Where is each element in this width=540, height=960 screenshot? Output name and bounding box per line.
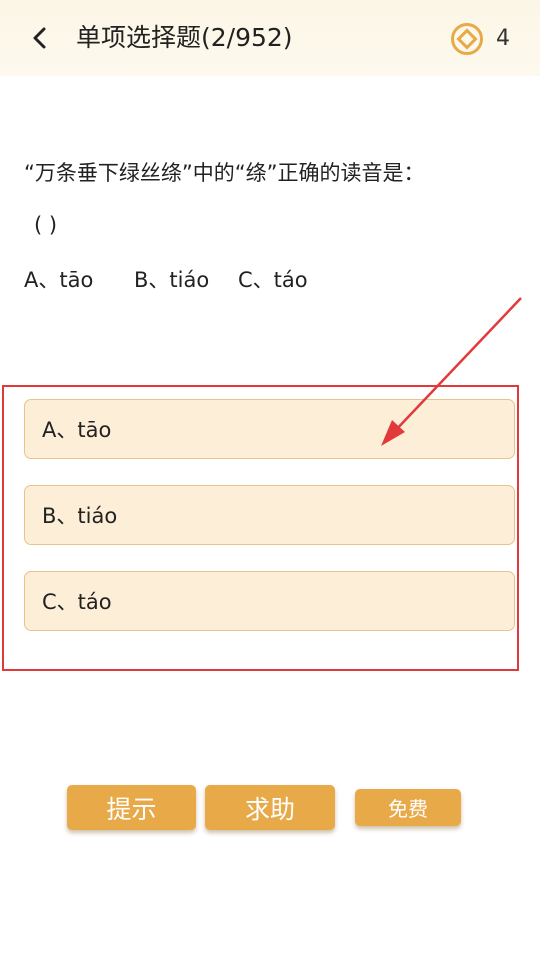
help-button[interactable]: 求助 xyxy=(205,785,335,830)
header-bar: 单项选择题(2/952) 4 xyxy=(0,0,540,76)
back-button[interactable] xyxy=(22,20,58,56)
answer-blank: ( ) xyxy=(34,213,58,237)
option-c[interactable]: C、táo xyxy=(24,571,515,631)
coin-icon xyxy=(451,23,483,55)
question-text: “万条垂下绿丝绦”中的“绦”正确的读音是： xyxy=(24,161,425,185)
inline-choice-b: B、tiáo xyxy=(134,268,210,292)
option-a[interactable]: A、tāo xyxy=(24,399,515,459)
page-title: 单项选择题(2/952) xyxy=(76,23,293,52)
inline-choice-a: A、tāo xyxy=(24,268,94,292)
option-b-label: B、tiáo xyxy=(42,504,118,528)
free-button[interactable]: 免费 xyxy=(355,789,461,826)
hint-button[interactable]: 提示 xyxy=(67,785,196,830)
inline-choice-c: C、táo xyxy=(238,268,308,292)
coin-count: 4 xyxy=(496,26,510,51)
chevron-left-icon xyxy=(33,27,46,49)
option-b[interactable]: B、tiáo xyxy=(24,485,515,545)
quiz-screen: 单项选择题(2/952) 4 “万条垂下绿丝绦”中的“绦”正确的读音是： ( )… xyxy=(0,0,540,960)
option-c-label: C、táo xyxy=(42,590,112,614)
option-a-label: A、tāo xyxy=(42,418,112,442)
